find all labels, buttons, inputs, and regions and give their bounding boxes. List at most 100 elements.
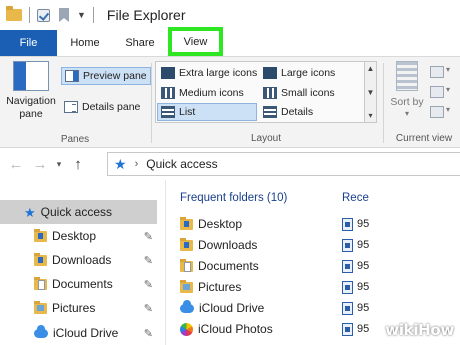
frequent-folder-item[interactable]: Pictures xyxy=(180,277,340,297)
pin-icon[interactable]: ✎ xyxy=(144,278,153,291)
document-icon xyxy=(342,280,353,294)
recent-files-header[interactable]: Rece xyxy=(342,192,369,204)
pin-icon[interactable]: ✎ xyxy=(144,327,153,340)
group-divider xyxy=(383,63,384,143)
recent-locations-chevron-icon[interactable]: ▾ xyxy=(52,159,66,170)
panes-group-label: Panes xyxy=(60,134,90,145)
customize-toolbar-arrow-icon[interactable]: ▼ xyxy=(77,10,86,20)
folder-label: Documents xyxy=(198,259,259,273)
preview-pane-button[interactable]: Preview pane xyxy=(61,67,151,85)
frequent-folder-item[interactable]: iCloud Photos xyxy=(180,319,340,339)
tab-view[interactable]: View xyxy=(168,27,223,56)
tab-share[interactable]: Share xyxy=(113,30,167,56)
folder-label: Desktop xyxy=(198,217,243,231)
nav-item-icloud-drive[interactable]: iCloud Drive ✎ xyxy=(0,321,165,345)
star-icon: ★ xyxy=(24,204,36,220)
layout-gallery-scrollbar[interactable]: ▲ ▼ ▾ xyxy=(364,62,376,122)
sort-by-label: Sort by xyxy=(390,96,424,108)
folder-label: Downloads xyxy=(198,238,258,252)
file-explorer-icon xyxy=(6,6,22,21)
recent-file-label: 95 xyxy=(357,302,370,314)
documents-folder-icon xyxy=(34,276,47,290)
tab-home[interactable]: Home xyxy=(57,30,113,56)
large-icons-icon xyxy=(263,67,277,79)
size-columns-icon[interactable] xyxy=(428,105,450,118)
pictures-folder-icon xyxy=(34,300,47,314)
details-icon xyxy=(263,106,277,118)
toolbar-divider xyxy=(92,7,94,23)
recent-file-item[interactable]: 95 xyxy=(342,298,382,318)
nav-item-label: Desktop xyxy=(52,229,97,243)
sort-by-button[interactable]: Sort by ▾ xyxy=(390,61,424,118)
icloud-icon xyxy=(34,324,48,338)
recent-file-label: 95 xyxy=(357,260,370,272)
folder-label: iCloud Drive xyxy=(199,301,265,315)
downloads-folder-icon xyxy=(180,237,193,251)
medium-icons-icon xyxy=(161,87,175,99)
recent-file-item[interactable]: 95 xyxy=(342,214,382,234)
recent-file-item[interactable]: 95 xyxy=(342,319,382,339)
frequent-folders-header[interactable]: Frequent folders (10) xyxy=(180,192,287,204)
preview-pane-icon xyxy=(65,70,79,82)
details-pane-button[interactable]: Details pane xyxy=(61,98,143,116)
large-icons-option[interactable]: Large icons xyxy=(260,64,338,82)
details-option[interactable]: Details xyxy=(260,103,316,121)
breadcrumb-chevron-icon[interactable]: › xyxy=(135,158,139,170)
list-label: List xyxy=(179,106,196,118)
navigation-pane: ★ Quick access Desktop ✎ Downloads ✎ Doc… xyxy=(0,180,165,345)
forward-arrow-icon[interactable]: → xyxy=(28,156,52,173)
details-label: Details xyxy=(281,106,314,118)
pin-icon[interactable]: ✎ xyxy=(144,254,153,267)
add-columns-icon[interactable] xyxy=(428,85,450,98)
expand-gallery-icon[interactable]: ▾ xyxy=(368,111,372,120)
scroll-up-icon[interactable]: ▲ xyxy=(367,64,375,73)
watermark-logo: wikiHow xyxy=(385,321,454,339)
nav-item-pictures[interactable]: Pictures ✎ xyxy=(0,296,165,320)
downloads-folder-icon xyxy=(34,252,47,266)
medium-icons-option[interactable]: Medium icons xyxy=(158,84,247,102)
current-view-group-label: Current view xyxy=(395,133,453,144)
recent-file-item[interactable]: 95 xyxy=(342,256,382,276)
address-input[interactable]: ★ › Quick access xyxy=(107,152,460,176)
frequent-folder-item[interactable]: Downloads xyxy=(180,235,340,255)
extra-large-icons-option[interactable]: Extra large icons xyxy=(158,64,260,82)
frequent-folder-item[interactable]: Documents xyxy=(180,256,340,276)
document-icon xyxy=(342,322,353,336)
back-arrow-icon[interactable]: ← xyxy=(4,156,28,173)
quick-access-star-icon: ★ xyxy=(114,156,127,172)
nav-item-downloads[interactable]: Downloads ✎ xyxy=(0,248,165,272)
quick-access-toolbar: ▼ xyxy=(0,0,101,30)
new-folder-icon[interactable] xyxy=(59,8,69,22)
navigation-pane-button[interactable]: Navigation pane xyxy=(6,61,56,121)
nav-item-desktop[interactable]: Desktop ✎ xyxy=(0,224,165,248)
group-by-icon[interactable] xyxy=(428,65,450,78)
breadcrumb[interactable]: Quick access xyxy=(146,157,217,171)
window-title: File Explorer xyxy=(106,7,186,23)
document-icon xyxy=(342,301,353,315)
nav-item-documents[interactable]: Documents ✎ xyxy=(0,272,165,296)
sort-by-dropdown-icon: ▾ xyxy=(404,109,409,118)
document-icon xyxy=(342,259,353,273)
small-icons-option[interactable]: Small icons xyxy=(260,84,338,102)
frequent-folder-item[interactable]: iCloud Drive xyxy=(180,298,340,318)
frequent-folder-item[interactable]: Desktop xyxy=(180,214,340,234)
medium-icons-label: Medium icons xyxy=(179,87,244,99)
documents-folder-icon xyxy=(180,258,193,272)
up-arrow-icon[interactable]: ↑ xyxy=(66,156,90,173)
recent-file-item[interactable]: 95 xyxy=(342,235,382,255)
preview-pane-label: Preview pane xyxy=(83,70,147,82)
title-bar: ▼ File Explorer xyxy=(0,0,460,30)
folder-label: Pictures xyxy=(198,280,242,294)
nav-item-quick-access[interactable]: ★ Quick access xyxy=(0,200,157,224)
icloud-photos-icon xyxy=(180,322,193,336)
properties-check-icon[interactable] xyxy=(37,8,50,22)
panes-group: Navigation pane Preview pane Details pan… xyxy=(0,57,151,148)
scroll-down-icon[interactable]: ▼ xyxy=(367,88,375,97)
document-icon xyxy=(342,238,353,252)
recent-file-item[interactable]: 95 xyxy=(342,277,382,297)
tab-file[interactable]: File xyxy=(0,30,57,56)
list-option[interactable]: List xyxy=(157,103,257,121)
pin-icon[interactable]: ✎ xyxy=(144,230,153,243)
pin-icon[interactable]: ✎ xyxy=(144,302,153,315)
folder-icon xyxy=(34,228,47,242)
